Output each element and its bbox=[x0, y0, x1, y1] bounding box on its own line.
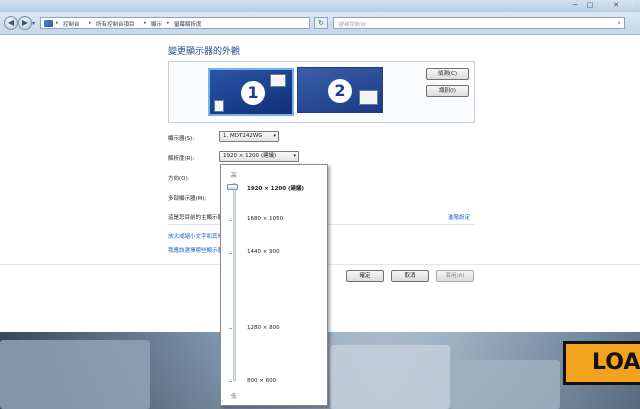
resolution-option[interactable]: 1440 × 900 bbox=[247, 249, 280, 255]
breadcrumb-separator: ▸ bbox=[167, 20, 170, 26]
refresh-button[interactable]: ↻ bbox=[314, 17, 328, 29]
advanced-settings-link[interactable]: 進階設定 bbox=[448, 213, 470, 221]
breadcrumb-all-items[interactable]: 所有控制台項目 bbox=[96, 20, 135, 28]
minimize-button[interactable]: ─ bbox=[568, 0, 582, 10]
chevron-down-icon: ▾ bbox=[273, 133, 276, 139]
breadcrumb-separator: ▸ bbox=[89, 20, 92, 26]
resolution-option[interactable]: 1920 × 1200 (建議) bbox=[247, 184, 304, 192]
game-banner: LOA bbox=[563, 341, 640, 385]
monitor-thumbnail bbox=[214, 100, 224, 112]
monitor-thumbnail bbox=[359, 90, 378, 105]
recent-pages-dropdown[interactable]: ▾ bbox=[32, 20, 35, 27]
display-label: 顯示器(S): bbox=[168, 136, 195, 142]
slider-high-label: 高 bbox=[231, 173, 237, 179]
background-rubble bbox=[0, 340, 150, 409]
breadcrumb-control-panel[interactable]: 控制台 bbox=[63, 20, 80, 28]
orientation-label: 方向(O): bbox=[168, 176, 190, 182]
resolution-option[interactable]: 800 × 600 bbox=[247, 378, 276, 384]
back-button[interactable]: ◀ bbox=[4, 16, 18, 30]
resolution-select[interactable]: 1920 × 1200 (建議) ▾ bbox=[219, 151, 299, 162]
monitor-thumbnail bbox=[270, 74, 286, 87]
cancel-button[interactable]: 取消 bbox=[391, 270, 429, 282]
search-placeholder: 搜尋控制台 bbox=[338, 22, 366, 28]
resolution-select-value: 1920 × 1200 (建議) bbox=[223, 153, 277, 159]
resolution-slider-thumb[interactable] bbox=[227, 184, 238, 190]
resolution-option[interactable]: 1280 × 800 bbox=[247, 325, 280, 331]
maximize-button[interactable]: □ bbox=[583, 0, 597, 10]
monitor-number-2: 2 bbox=[328, 79, 352, 103]
breadcrumb-separator: ▸ bbox=[144, 20, 147, 26]
identify-button[interactable]: 識別(I) bbox=[426, 85, 469, 97]
control-panel-icon bbox=[44, 20, 53, 27]
display-select[interactable]: 1. MDT242WG ▾ bbox=[219, 131, 279, 142]
resolution-dropdown-panel bbox=[220, 164, 328, 406]
slider-tick bbox=[229, 328, 232, 329]
chevron-down-icon: ▾ bbox=[293, 153, 296, 159]
title-bar bbox=[0, 0, 640, 12]
slider-tick bbox=[229, 220, 232, 221]
monitor-number-1: 1 bbox=[241, 81, 265, 105]
monitor-1-tile[interactable]: 1 bbox=[208, 68, 294, 116]
search-input[interactable]: 搜尋控制台 ⌕ bbox=[333, 17, 625, 29]
page-title: 變更顯示器的外觀 bbox=[168, 47, 241, 57]
breadcrumb-screen-resolution[interactable]: 螢幕解析度 bbox=[174, 20, 202, 28]
display-select-value: 1. MDT242WG bbox=[223, 133, 263, 139]
resolution-option[interactable]: 1680 × 1050 bbox=[247, 216, 283, 222]
multiple-displays-label: 多部顯示器(M): bbox=[168, 196, 207, 202]
slider-low-label: 低 bbox=[231, 394, 237, 400]
close-icon: ✕ bbox=[613, 1, 619, 9]
background-rubble bbox=[330, 345, 450, 409]
monitor-2-tile[interactable]: 2 bbox=[297, 67, 383, 113]
apply-button[interactable]: 套用(A) bbox=[436, 270, 474, 282]
breadcrumb-separator: ▸ bbox=[56, 20, 59, 26]
resolution-slider-track[interactable] bbox=[233, 183, 236, 381]
slider-tick bbox=[229, 253, 232, 254]
forward-button[interactable]: ▶ bbox=[18, 16, 32, 30]
slider-tick bbox=[229, 381, 232, 382]
breadcrumb-display[interactable]: 顯示 bbox=[151, 20, 162, 28]
address-bar[interactable]: ▸ 控制台 ▸ 所有控制台項目 ▸ 顯示 ▸ 螢幕解析度 ▾ bbox=[40, 17, 346, 29]
ok-button[interactable]: 確定 bbox=[346, 270, 384, 282]
search-icon: ⌕ bbox=[617, 19, 621, 27]
detect-button[interactable]: 偵測(C) bbox=[426, 68, 469, 80]
resolution-label: 解析度(R): bbox=[168, 156, 195, 162]
background-rubble bbox=[450, 360, 560, 409]
